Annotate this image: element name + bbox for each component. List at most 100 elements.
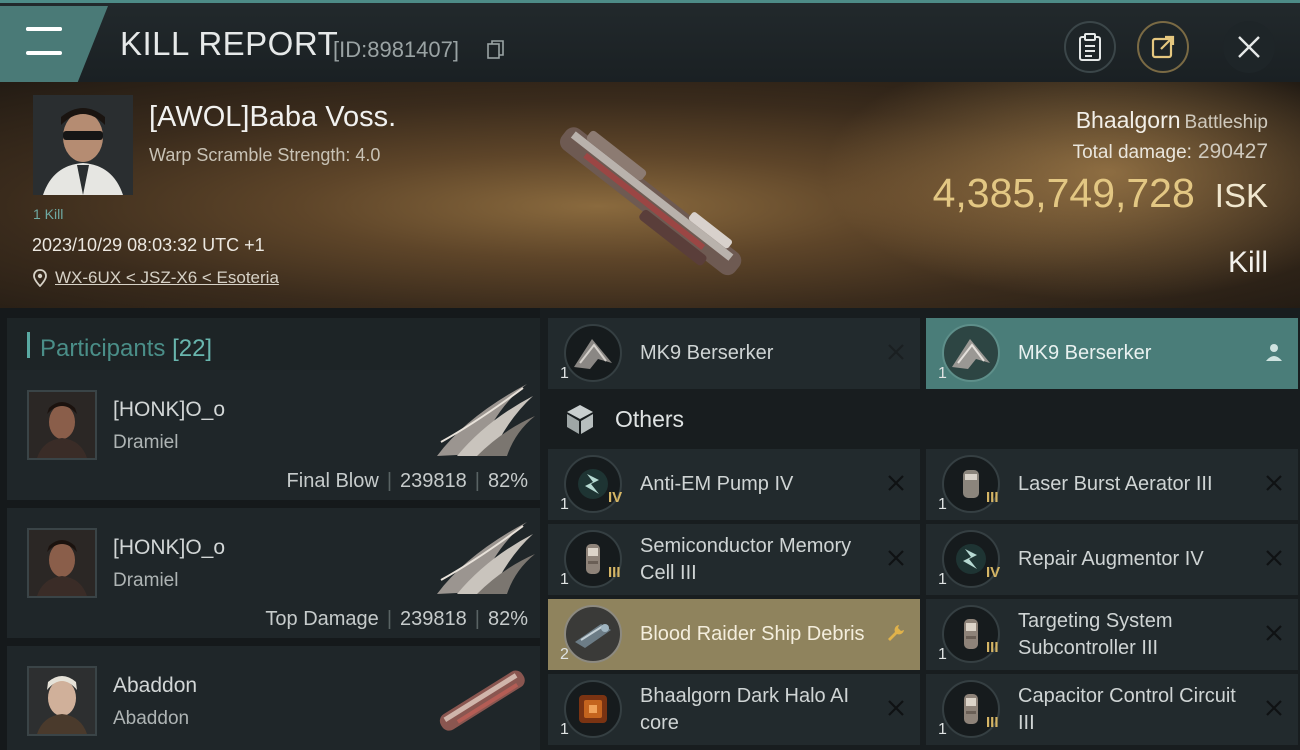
item-row[interactable]: IV 1 Anti-EM Pump IV xyxy=(548,449,920,520)
item-quantity: 1 xyxy=(560,365,569,382)
item-row[interactable]: III 1 Laser Burst Aerator III xyxy=(926,449,1298,520)
participant-stats: Final Blow | 239818 | 82% xyxy=(286,470,528,492)
clipboard-button[interactable] xyxy=(1064,21,1116,73)
copy-icon[interactable] xyxy=(487,40,504,59)
isk-unit: ISK xyxy=(1214,177,1268,214)
item-quantity: 1 xyxy=(938,721,947,738)
item-name: Capacitor Control Circuit III xyxy=(1018,684,1236,734)
location-link[interactable]: WX-6UX < JSZ-X6 < Esoteria xyxy=(55,268,279,288)
item-name: Repair Augmentor IV xyxy=(1018,548,1204,570)
ship-class: Battleship xyxy=(1184,112,1268,133)
share-button[interactable] xyxy=(1137,21,1189,73)
result-label: Kill xyxy=(1227,246,1268,279)
item-name: MK9 Berserker xyxy=(1018,342,1152,364)
total-damage-value: 290427 xyxy=(1197,140,1268,163)
top-bar: KILL REPORT [ID:8981407] xyxy=(0,0,1300,82)
wrench-icon xyxy=(888,625,904,641)
page-title: KILL REPORT xyxy=(120,25,339,62)
item-row[interactable]: III 1 Capacitor Control Circuit III xyxy=(926,674,1298,745)
destroyed-icon xyxy=(1266,475,1282,491)
drone-icon xyxy=(942,324,1000,382)
location-pin-icon xyxy=(33,269,47,287)
participant-ship-icon xyxy=(437,384,535,456)
participant-avatar xyxy=(27,390,97,460)
victim-ship-render xyxy=(559,127,742,276)
participant-avatar xyxy=(27,666,97,736)
item-meta-level: IV xyxy=(986,564,1001,581)
close-icon xyxy=(1238,36,1260,58)
pilot-icon xyxy=(1266,344,1282,361)
item-name: MK9 Berserker xyxy=(640,342,774,364)
salvage-icon xyxy=(564,605,622,663)
participant-ship: Abaddon xyxy=(113,708,190,729)
participant-name: Abaddon xyxy=(113,674,198,697)
item-quantity: 1 xyxy=(938,646,947,663)
report-id: [ID:8981407] xyxy=(333,37,459,62)
menu-icon[interactable] xyxy=(26,27,62,55)
item-name: Blood Raider Ship Debris xyxy=(640,623,865,645)
participant-role: Top Damage xyxy=(265,608,379,630)
item-quantity: 1 xyxy=(560,721,569,738)
isk-amount: 4,385,749,728 xyxy=(932,170,1195,216)
victim-name[interactable]: [AWOL]Baba Voss. xyxy=(149,101,396,134)
participants-header[interactable]: Participants [22] xyxy=(7,318,540,370)
participant-role: Final Blow xyxy=(286,470,379,492)
item-row[interactable]: 2 Blood Raider Ship Debris xyxy=(548,599,920,670)
destroyed-icon xyxy=(1266,700,1282,716)
item-row[interactable]: III 1 Semiconductor Memory Cell III xyxy=(548,524,920,595)
kill-count: 1 Kill xyxy=(33,206,64,222)
isk-value: 4,385,749,728 ISK xyxy=(933,170,1268,217)
items-panel: 1 MK9 Berserker 1 MK9 Berserker Others I… xyxy=(540,308,1300,750)
destroyed-icon xyxy=(888,344,904,360)
participant-percent: 82% xyxy=(487,608,528,630)
kill-location[interactable]: WX-6UX < JSZ-X6 < Esoteria xyxy=(33,268,279,288)
item-meta-level: IV xyxy=(608,489,623,506)
item-quantity: 1 xyxy=(938,496,947,513)
ship-name: Bhaalgorn xyxy=(1075,107,1181,133)
item-meta-level: III xyxy=(986,714,999,731)
participant-row[interactable]: Abaddon Abaddon xyxy=(7,646,540,750)
others-label: Others xyxy=(615,405,685,432)
destroyed-icon xyxy=(1266,625,1282,641)
victim-portrait[interactable] xyxy=(33,95,133,195)
others-section-header: Others xyxy=(548,393,1300,445)
participant-name: [HONK]O_o xyxy=(113,536,226,559)
victim-ship[interactable]: Bhaalgorn Battleship xyxy=(1076,107,1268,134)
participant-ship: Dramiel xyxy=(113,570,179,591)
ai-core-icon xyxy=(564,680,622,738)
item-row[interactable]: 1 MK9 Berserker xyxy=(548,318,920,389)
item-row[interactable]: 1 MK9 Berserker xyxy=(926,318,1298,389)
participant-row[interactable]: [HONK]O_o Dramiel Top Damage | 239818 | 82% xyxy=(7,508,540,638)
item-quantity: 1 xyxy=(938,571,947,588)
participant-damage: 239818 xyxy=(400,608,467,630)
total-damage: Total damage: 290427 xyxy=(1073,140,1268,164)
item-meta-level: III xyxy=(986,639,999,656)
destroyed-icon xyxy=(888,550,904,566)
item-meta-level: III xyxy=(986,489,999,506)
participants-count: [22] xyxy=(172,335,213,362)
close-button[interactable] xyxy=(1223,21,1275,73)
item-quantity: 1 xyxy=(938,365,947,382)
item-quantity: 2 xyxy=(560,646,569,663)
item-name: Anti-EM Pump IV xyxy=(640,473,794,495)
item-quantity: 1 xyxy=(560,571,569,588)
victim-banner: [AWOL]Baba Voss. Warp Scramble Strength:… xyxy=(0,82,1300,308)
item-row[interactable]: III 1 Targeting System Subcontroller III xyxy=(926,599,1298,670)
share-icon xyxy=(1151,35,1175,59)
destroyed-icon xyxy=(888,475,904,491)
participant-ship-icon xyxy=(437,522,535,594)
participant-name: [HONK]O_o xyxy=(113,398,226,421)
item-name: Targeting System Subcontroller III xyxy=(1018,609,1173,659)
total-damage-label: Total damage: xyxy=(1072,142,1192,163)
kill-datetime: 2023/10/29 08:03:32 UTC +1 xyxy=(32,235,265,255)
participant-avatar xyxy=(27,528,97,598)
participant-percent: 82% xyxy=(487,470,528,492)
item-quantity: 1 xyxy=(560,496,569,513)
item-name: Semiconductor Memory Cell III xyxy=(640,534,852,584)
item-row[interactable]: IV 1 Repair Augmentor IV xyxy=(926,524,1298,595)
drone-icon xyxy=(564,324,622,382)
destroyed-icon xyxy=(888,700,904,716)
participant-row[interactable]: [HONK]O_o Dramiel Final Blow | 239818 | 82% xyxy=(7,370,540,500)
item-row[interactable]: 1 Bhaalgorn Dark Halo AI core xyxy=(548,674,920,745)
clipboard-icon xyxy=(1079,33,1101,61)
